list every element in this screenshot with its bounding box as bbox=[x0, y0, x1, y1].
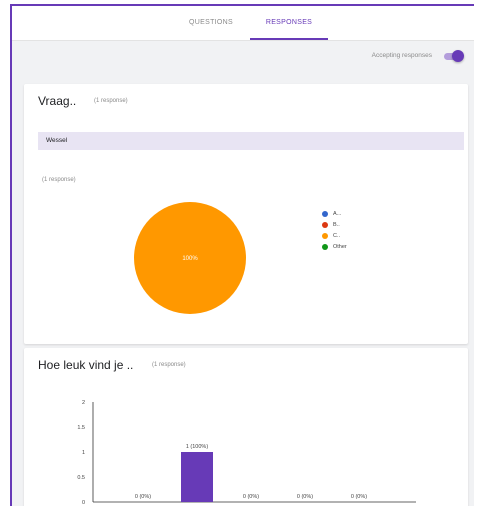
bar-chart: 00.511.520 (0%)11 (100%)20 (0%)30 (0%)40… bbox=[77, 400, 416, 506]
y-tick-label: 0.5 bbox=[77, 475, 85, 481]
question-title: Hoe leuk vind je .. bbox=[38, 358, 134, 372]
legend-label: Other bbox=[333, 243, 347, 250]
legend-label: B.. bbox=[333, 221, 340, 228]
accepting-responses-label: Accepting responses bbox=[371, 52, 432, 59]
form-frame: QUESTIONS RESPONSES Accepting responses … bbox=[10, 4, 474, 506]
bar-data-label: 1 (100%) bbox=[186, 444, 208, 450]
question-title: Vraag.. bbox=[38, 94, 77, 108]
response-count: (1 response) bbox=[94, 98, 128, 104]
question-card-1: Vraag.. (1 response) Wessel (1 response)… bbox=[24, 84, 468, 344]
tab-responses[interactable]: RESPONSES bbox=[250, 6, 328, 40]
bar-data-label: 0 (0%) bbox=[243, 494, 259, 500]
tab-questions[interactable]: QUESTIONS bbox=[180, 6, 242, 40]
top-tab-bar: QUESTIONS RESPONSES bbox=[12, 6, 474, 41]
legend-label: C.. bbox=[333, 232, 341, 239]
y-tick-label: 2 bbox=[82, 400, 85, 406]
text-answer-row: Wessel bbox=[38, 132, 464, 150]
response-count: (1 response) bbox=[152, 362, 186, 368]
chart-response-count: (1 response) bbox=[42, 177, 76, 183]
bar-data-label: 0 (0%) bbox=[297, 494, 313, 500]
pie-slice-label: 100% bbox=[182, 256, 198, 262]
legend-label: A... bbox=[333, 210, 342, 217]
legend-item-other: Other bbox=[322, 241, 347, 252]
pie-chart: 100% bbox=[134, 202, 246, 314]
legend-dot-red bbox=[322, 221, 328, 228]
legend-dot-green bbox=[322, 243, 328, 250]
bar bbox=[181, 452, 213, 502]
question-card-2: Hoe leuk vind je .. (1 response) 0 0.5 1 1.… bbox=[24, 348, 468, 506]
legend-dot-orange bbox=[322, 232, 328, 239]
legend-dot-blue bbox=[322, 210, 328, 217]
legend-item-a: A... bbox=[322, 208, 347, 219]
bar-data-label: 0 (0%) bbox=[351, 494, 367, 500]
toggle-knob bbox=[452, 50, 464, 62]
y-tick-label: 1.5 bbox=[77, 425, 85, 431]
y-tick-label: 1 bbox=[82, 450, 85, 456]
legend-item-b: B.. bbox=[322, 219, 347, 230]
legend-item-c: C.. bbox=[322, 230, 347, 241]
accepting-responses-toggle[interactable] bbox=[442, 50, 464, 62]
bar-data-label: 0 (0%) bbox=[135, 494, 151, 500]
pie-legend: A... B.. C.. Other bbox=[322, 208, 347, 252]
